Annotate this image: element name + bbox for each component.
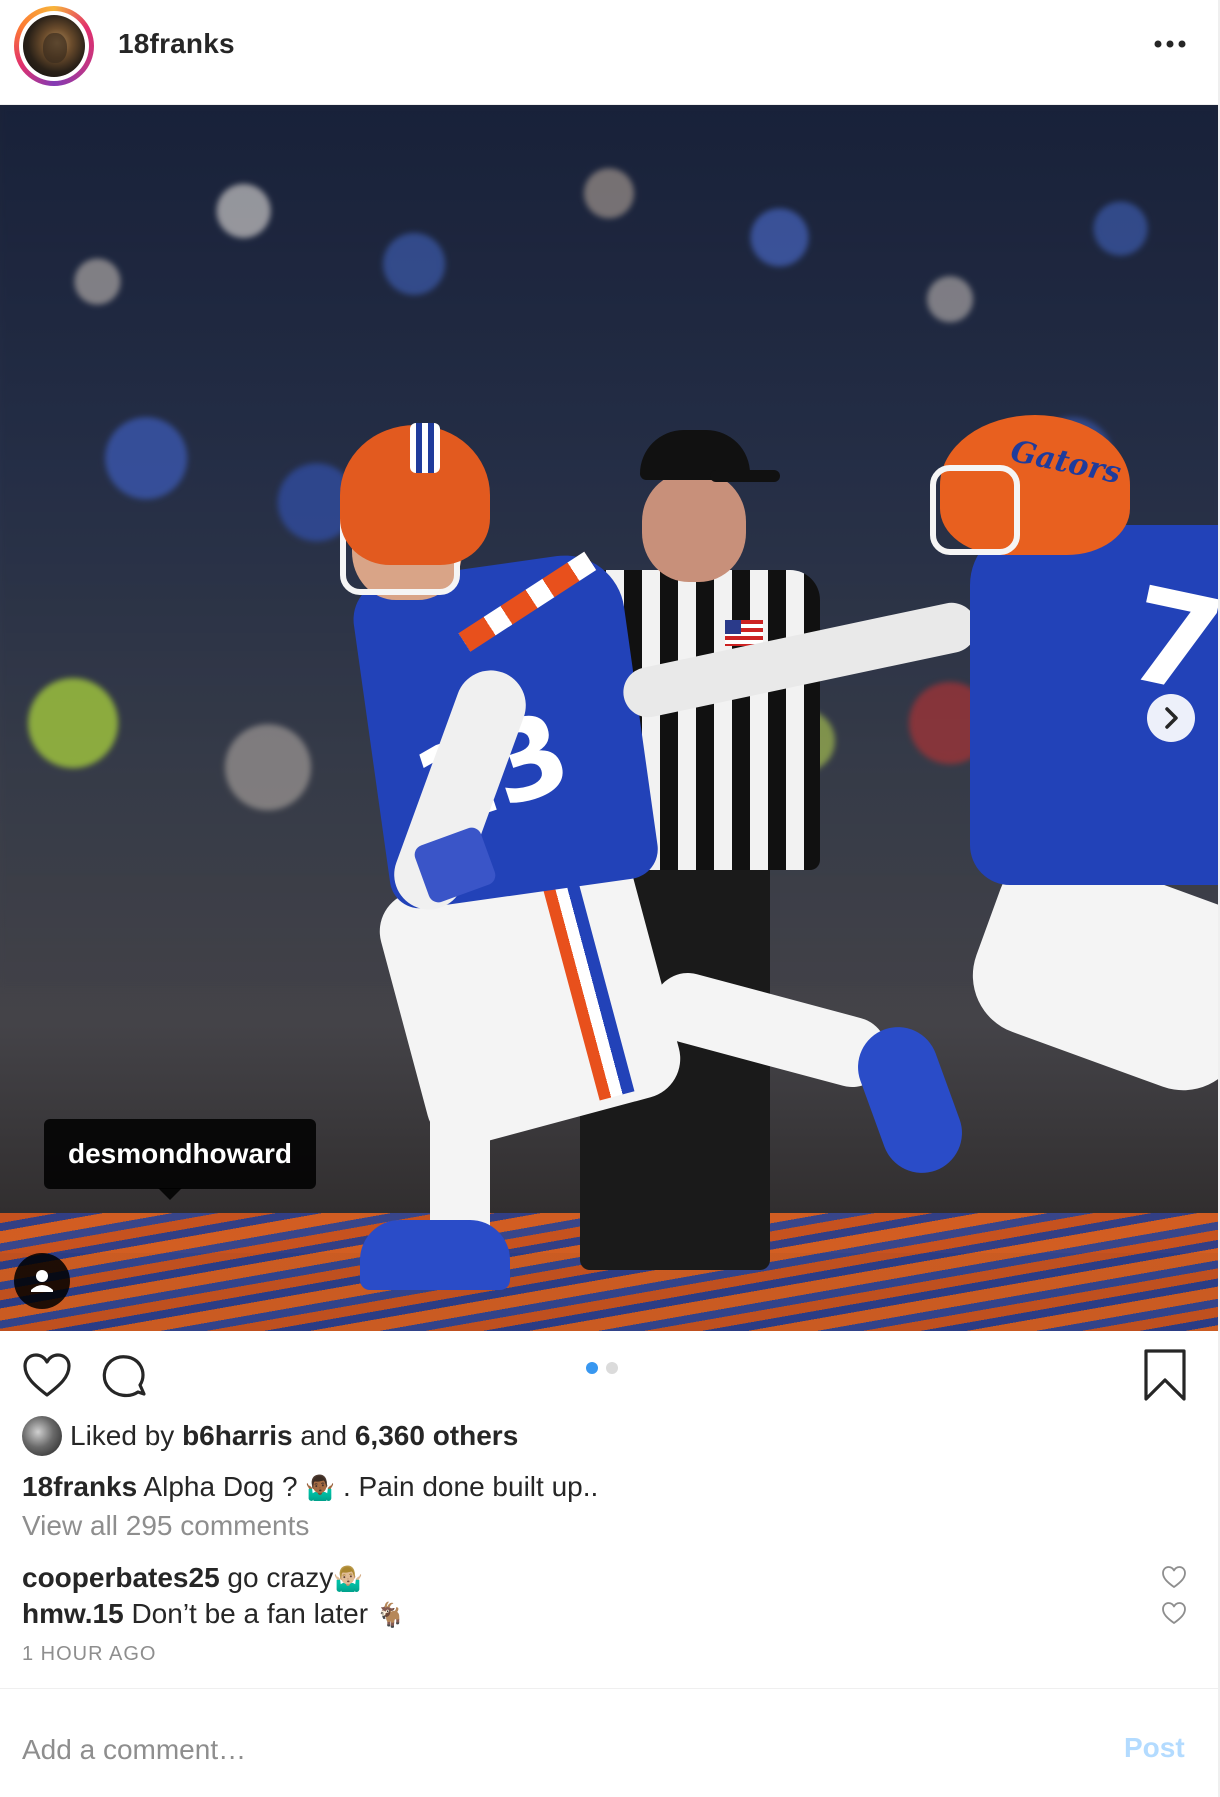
bookmark-icon [1144,1349,1186,1401]
more-icon [1154,40,1186,48]
add-comment-input[interactable] [22,1730,1102,1770]
carousel-dot [606,1362,618,1374]
author-username[interactable]: 18franks [118,28,235,60]
post-photo[interactable]: 13 7 Gators desmondhoward [0,105,1218,1331]
next-photo-button[interactable] [1147,694,1195,742]
tagged-users-button[interactable] [14,1253,70,1309]
comment-item: hmw.15 Don’t be a fan later 🐐 [22,1598,406,1629]
comment-like-button[interactable] [1161,1601,1187,1625]
divider [0,1688,1218,1689]
post-comment-button[interactable]: Post [1124,1732,1185,1764]
helmet [340,423,490,565]
comment-like-button[interactable] [1161,1565,1187,1589]
view-all-comments-link[interactable]: View all 295 comments [22,1510,309,1542]
post-timestamp[interactable]: 1 HOUR AGO [22,1643,156,1666]
liker-avatar[interactable] [22,1416,62,1456]
likes-count[interactable]: 6,360 others [355,1420,518,1451]
heart-icon [1162,1566,1186,1588]
chevron-right-icon [1165,707,1178,729]
comment-icon [102,1355,146,1398]
shrug-emoji: 🤷🏾‍♂️ [305,1474,336,1502]
comment-username[interactable]: hmw.15 [22,1598,124,1629]
quarterback-figure: 13 [320,423,974,1290]
shrug-emoji: 🤷🏼‍♂️ [333,1565,364,1593]
comment-button[interactable] [100,1352,150,1402]
post-caption: 18franks Alpha Dog ? 🤷🏾‍♂️ . Pain done b… [22,1471,599,1502]
photo-user-tag[interactable]: desmondhoward [44,1119,317,1189]
more-options-button[interactable] [1150,26,1190,62]
heart-icon [23,1353,71,1397]
author-avatar-image [23,15,85,77]
comment-username[interactable]: cooperbates25 [22,1562,220,1593]
caption-username[interactable]: 18franks [22,1471,137,1502]
user-tag-icon [31,1270,53,1292]
like-button[interactable] [22,1352,72,1398]
author-avatar[interactable] [14,6,94,86]
post-header: 18franks [0,0,1218,105]
receiver-figure: 7 Gators [618,405,1218,1165]
post-card: 18franks 13 [0,0,1220,1797]
save-button[interactable] [1142,1348,1188,1402]
likes-summary: Liked by b6harris and 6,360 others [22,1415,518,1457]
heart-icon [1162,1602,1186,1624]
liker-username[interactable]: b6harris [182,1420,293,1451]
comment-item: cooperbates25 go crazy🤷🏼‍♂️ [22,1562,364,1593]
goat-emoji: 🐐 [375,1601,406,1629]
carousel-indicator [586,1361,626,1375]
carousel-dot-active [586,1362,598,1374]
